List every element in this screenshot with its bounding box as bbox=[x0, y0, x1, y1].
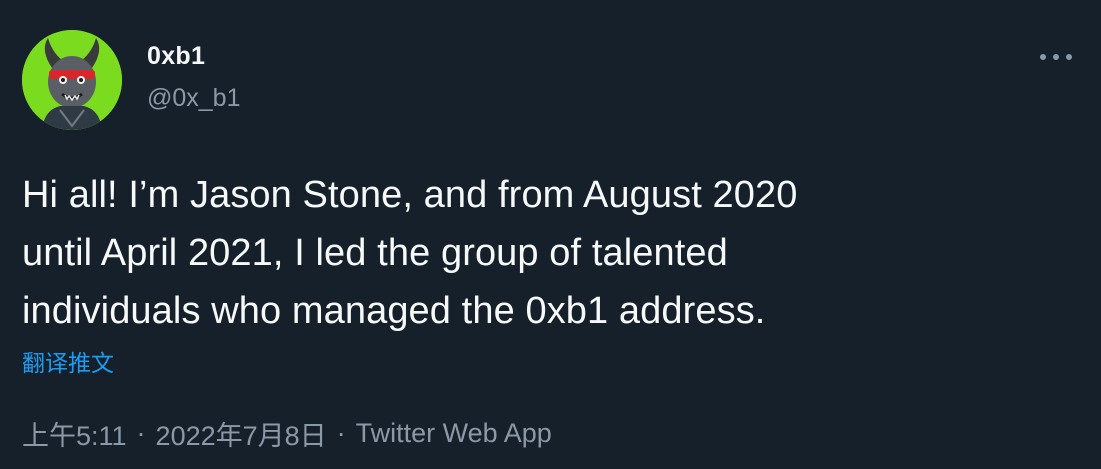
tweet-text: Hi all! I’m Jason Stone, and from August… bbox=[22, 174, 798, 332]
avatar[interactable] bbox=[22, 30, 122, 130]
author-display-name[interactable]: 0xb1 bbox=[147, 42, 205, 71]
tweet-meta: 上午5:11 · 2022年7月8日 · Twitter Web App bbox=[22, 414, 552, 453]
meta-separator: · bbox=[136, 418, 146, 448]
tweet-card: 0xb1 @0x_b1 Hi all! I’m Jason Stone, and… bbox=[0, 0, 1101, 469]
tweet-source-link[interactable]: Twitter Web App bbox=[356, 418, 552, 449]
meta-separator: · bbox=[336, 418, 346, 448]
tweet-time-link[interactable]: 上午5:11 bbox=[22, 414, 127, 453]
translate-tweet-link[interactable]: 翻译推文 bbox=[22, 344, 114, 378]
more-options-button[interactable] bbox=[1030, 40, 1082, 74]
tweet-date-link[interactable]: 2022年7月8日 bbox=[156, 414, 327, 453]
more-horizontal-icon bbox=[1040, 54, 1072, 60]
avatar-image bbox=[22, 30, 122, 130]
author-handle[interactable]: @0x_b1 bbox=[147, 84, 241, 113]
